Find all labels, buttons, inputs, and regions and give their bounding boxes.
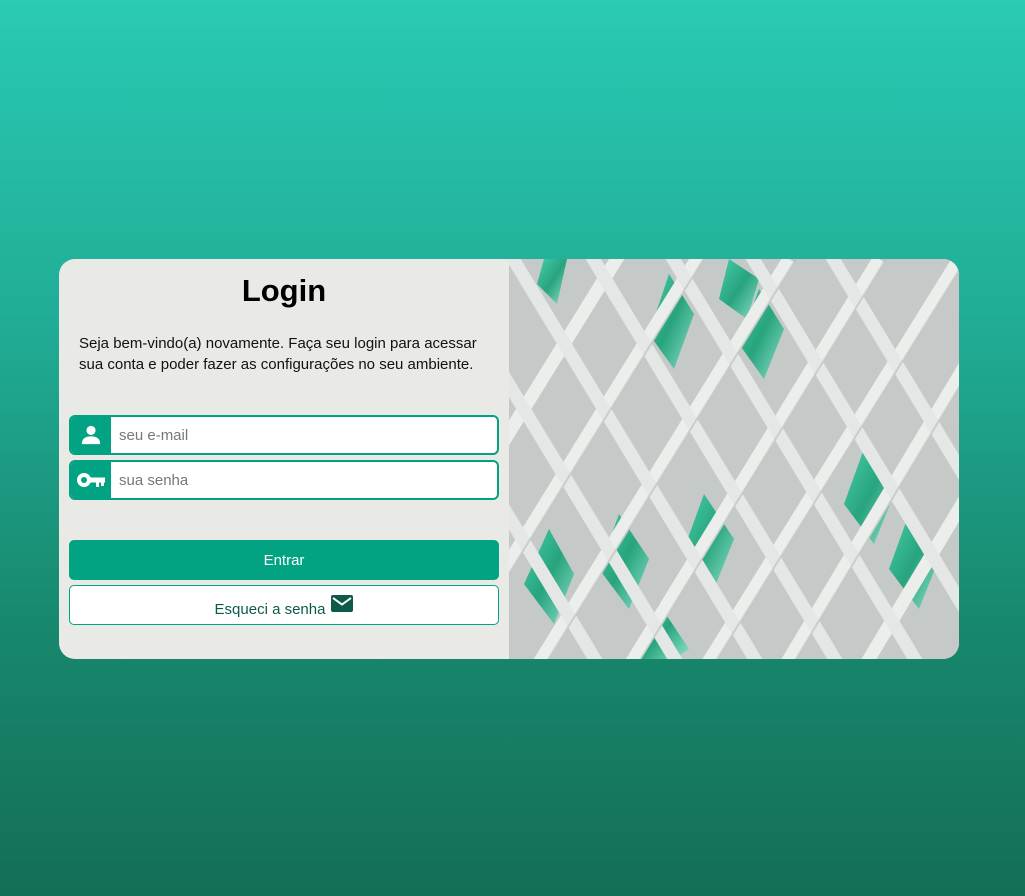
envelope-icon bbox=[331, 595, 354, 612]
login-button[interactable]: Entrar bbox=[69, 540, 499, 580]
forgot-password-button[interactable]: Esqueci a senha bbox=[69, 585, 499, 625]
page-title: Login bbox=[241, 273, 327, 308]
user-icon bbox=[71, 417, 111, 453]
password-field bbox=[69, 460, 499, 500]
building-lattice-image bbox=[509, 259, 959, 659]
forgot-password-label: Esqueci a senha bbox=[214, 601, 326, 618]
password-input[interactable] bbox=[111, 462, 497, 498]
email-input[interactable] bbox=[111, 417, 497, 453]
login-card: Login Seja bem-vindo(a) novamente. Faça … bbox=[59, 259, 959, 659]
lattice-photo bbox=[509, 259, 959, 659]
key-icon bbox=[71, 462, 111, 498]
welcome-text: Seja bem-vindo(a) novamente. Faça seu lo… bbox=[79, 335, 477, 373]
login-form-panel: Login Seja bem-vindo(a) novamente. Faça … bbox=[59, 259, 509, 659]
email-field bbox=[69, 415, 499, 455]
